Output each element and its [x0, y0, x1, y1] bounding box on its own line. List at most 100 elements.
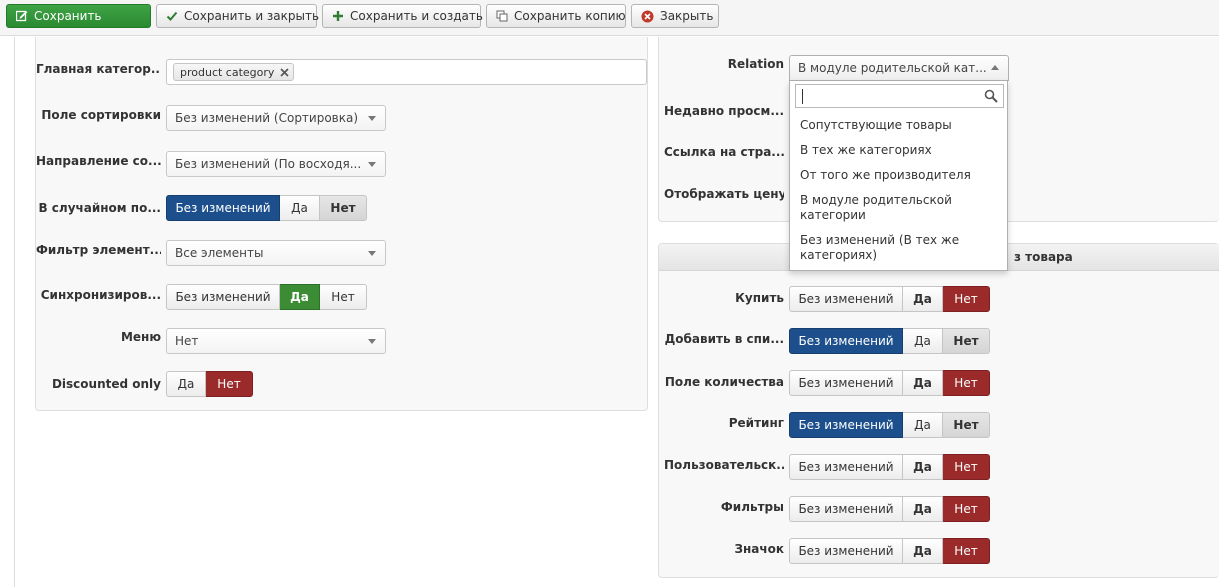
add-to-list-toggle: Без изменений Да Нет [789, 328, 990, 354]
random-order-yes[interactable]: Да [280, 195, 320, 221]
dropdown-option[interactable]: От того же производителя [800, 168, 1000, 183]
item-filter-select[interactable]: Все элементы [166, 240, 386, 266]
custom-fields-toggle: Без изменений Да Нет [789, 454, 990, 480]
category-tag-text: product category [180, 65, 275, 79]
save-button[interactable]: Сохранить [6, 4, 151, 28]
rating-no-change[interactable]: Без изменений [789, 412, 903, 438]
custom-fields-no-change[interactable]: Без изменений [789, 454, 903, 480]
badge-yes[interactable]: Да [903, 538, 943, 564]
discounted-no[interactable]: Нет [206, 371, 253, 397]
random-order-no[interactable]: Нет [320, 195, 367, 221]
caret-down-icon [368, 162, 376, 167]
rating-label: Рейтинг [728, 416, 784, 430]
main-category-input[interactable]: product category [166, 59, 647, 85]
add-to-list-no-change[interactable]: Без изменений [789, 328, 903, 354]
buy-label: Купить [735, 291, 784, 305]
close-button[interactable]: Закрыть [631, 4, 719, 28]
relation-value: В модуле родительской кат... [798, 61, 987, 75]
badge-toggle: Без изменений Да Нет [789, 538, 990, 564]
search-icon [984, 89, 998, 106]
product-link-label: Ссылка на стра... [664, 145, 784, 159]
quantity-field-label: Поле количества [664, 375, 784, 389]
sync-toggle: Без изменений Да Нет [166, 284, 367, 310]
relation-label: Relation [727, 57, 784, 71]
text-cursor [802, 89, 803, 104]
dropdown-option[interactable]: В модуле родительской категории [800, 193, 1000, 223]
recently-viewed-label: Недавно просм... [664, 104, 784, 118]
add-to-list-no[interactable]: Нет [943, 328, 990, 354]
caret-down-icon [368, 339, 376, 344]
filters-yes[interactable]: Да [903, 496, 943, 522]
rating-no[interactable]: Нет [943, 412, 990, 438]
save-and-close-label: Сохранить и закрыть [184, 9, 320, 23]
check-icon [166, 10, 178, 22]
discounted-only-toggle: Да Нет [166, 371, 253, 397]
edit-icon [16, 10, 28, 22]
item-filter-value: Все элементы [175, 246, 264, 260]
plus-icon [332, 10, 344, 22]
relation-dropdown: Сопутствующие товары В тех же категориях… [789, 81, 1008, 271]
filters-label: Фильтры [720, 500, 784, 514]
caret-down-icon [368, 251, 376, 256]
badge-label: Значок [734, 542, 784, 556]
discounted-only-label: Discounted only [51, 377, 161, 391]
save-and-new-button[interactable]: Сохранить и создать [322, 4, 483, 28]
sync-no[interactable]: Нет [320, 284, 367, 310]
custom-fields-yes[interactable]: Да [903, 454, 943, 480]
close-label: Закрыть [660, 9, 714, 23]
panel-header-title: з товара [1014, 250, 1073, 264]
sync-no-change[interactable]: Без изменений [166, 284, 280, 310]
random-order-label: В случайном по... [38, 201, 161, 215]
buy-yes[interactable]: Да [903, 286, 943, 312]
toolbar: Сохранить Сохранить и закрыть Сохранить … [0, 0, 1219, 36]
caret-up-icon [991, 65, 999, 70]
quantity-field-no[interactable]: Нет [943, 370, 990, 396]
custom-fields-label: Пользовательск... [664, 458, 784, 472]
relation-select[interactable]: В модуле родительской кат... [789, 55, 1009, 81]
random-order-toggle: Без изменений Да Нет [166, 195, 367, 221]
filters-toggle: Без изменений Да Нет [789, 496, 990, 522]
caret-down-icon [368, 116, 376, 121]
random-order-no-change[interactable]: Без изменений [166, 195, 280, 221]
show-price-label: Отображать цену [664, 187, 784, 201]
badge-no-change[interactable]: Без изменений [789, 538, 903, 564]
add-to-list-yes[interactable]: Да [903, 328, 943, 354]
filters-no[interactable]: Нет [943, 496, 990, 522]
close-circle-icon [641, 10, 654, 23]
save-and-close-button[interactable]: Сохранить и закрыть [156, 4, 320, 28]
badge-no[interactable]: Нет [943, 538, 990, 564]
rating-yes[interactable]: Да [903, 412, 943, 438]
dropdown-search-input[interactable] [795, 84, 1004, 108]
sync-yes[interactable]: Да [280, 284, 320, 310]
add-to-list-label: Добавить в спи... [664, 332, 784, 346]
save-and-new-label: Сохранить и создать [350, 9, 483, 23]
filters-no-change[interactable]: Без изменений [789, 496, 903, 522]
dropdown-option[interactable]: В тех же категориях [800, 143, 1000, 158]
save-button-label: Сохранить [34, 9, 102, 23]
rating-toggle: Без изменений Да Нет [789, 412, 990, 438]
menu-label: Меню [120, 330, 161, 344]
remove-tag-icon[interactable] [280, 67, 289, 77]
dropdown-option[interactable]: Сопутствующие товары [800, 118, 1000, 133]
quantity-field-no-change[interactable]: Без изменений [789, 370, 903, 396]
menu-select[interactable]: Нет [166, 328, 386, 354]
item-filter-label: Фильтр элемент... [36, 243, 161, 257]
sort-field-value: Без изменений (Сортировка) [175, 111, 359, 125]
sort-direction-select[interactable]: Без изменений (По восходя... [166, 151, 386, 177]
main-category-label: Главная категор... [36, 62, 161, 76]
discounted-yes[interactable]: Да [166, 371, 206, 397]
buy-no-change[interactable]: Без изменений [789, 286, 903, 312]
quantity-field-yes[interactable]: Да [903, 370, 943, 396]
dropdown-option[interactable]: Без изменений (В тех же категориях) [800, 233, 1000, 263]
custom-fields-no[interactable]: Нет [943, 454, 990, 480]
buy-toggle: Без изменений Да Нет [789, 286, 990, 312]
sync-label: Синхронизиров... [40, 288, 161, 302]
category-tag: product category [173, 63, 295, 81]
buy-no[interactable]: Нет [943, 286, 990, 312]
sort-field-label: Поле сортировки [41, 108, 161, 122]
quantity-field-toggle: Без изменений Да Нет [789, 370, 990, 396]
sort-field-select[interactable]: Без изменений (Сортировка) [166, 105, 386, 131]
save-copy-button[interactable]: Сохранить копию [486, 4, 626, 28]
left-options-panel [35, 37, 648, 411]
sort-direction-value: Без изменений (По восходя... [175, 157, 362, 171]
